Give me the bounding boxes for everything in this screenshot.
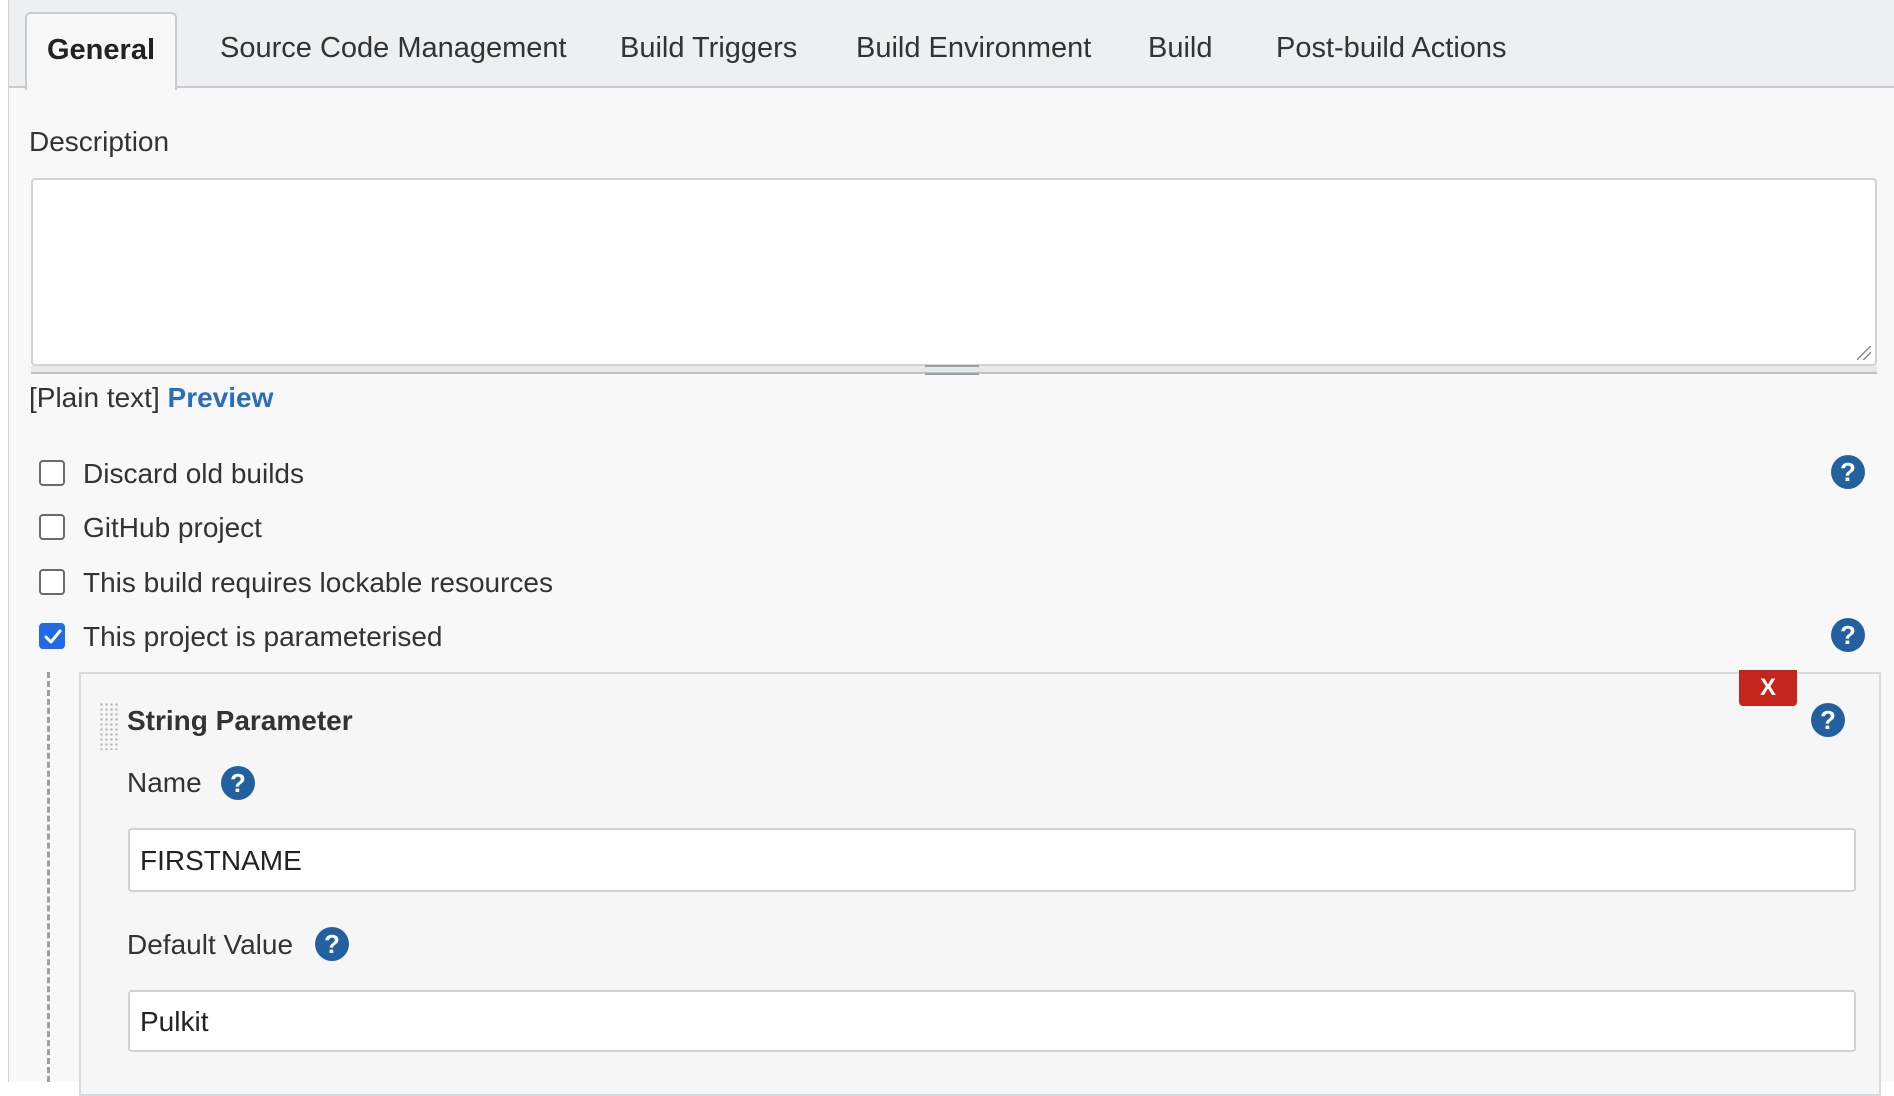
help-icon[interactable]: ? bbox=[1811, 703, 1845, 737]
description-format: [Plain text] Preview bbox=[29, 382, 273, 414]
default-value-input[interactable]: Pulkit bbox=[128, 990, 1856, 1052]
format-prefix: [Plain text] bbox=[29, 382, 160, 413]
help-icon[interactable]: ? bbox=[1831, 618, 1865, 652]
tab-build[interactable]: Build bbox=[1148, 12, 1213, 86]
preview-link[interactable]: Preview bbox=[168, 382, 274, 413]
discard-old-builds-label: Discard old builds bbox=[83, 458, 304, 489]
parameterised-label: This project is parameterised bbox=[83, 621, 443, 652]
github-project-label: GitHub project bbox=[83, 512, 262, 543]
nested-indent-line bbox=[47, 672, 50, 1082]
lockable-resources-label: This build requires lockable resources bbox=[83, 567, 553, 598]
description-label: Description bbox=[29, 126, 170, 157]
name-input[interactable]: FIRSTNAME bbox=[128, 828, 1856, 892]
description-textarea[interactable] bbox=[31, 178, 1877, 366]
tab-bar: General Source Code Management Build Tri… bbox=[9, 0, 1894, 90]
help-icon[interactable]: ? bbox=[221, 766, 255, 800]
name-label: Name bbox=[127, 767, 202, 798]
parameterised-checkbox[interactable] bbox=[39, 623, 65, 649]
tab-post-build-actions[interactable]: Post-build Actions bbox=[1276, 12, 1507, 86]
checkmark-icon bbox=[44, 629, 62, 644]
config-panel: General Source Code Management Build Tri… bbox=[8, 0, 1894, 1096]
help-icon[interactable]: ? bbox=[315, 927, 349, 961]
drag-handle-icon[interactable] bbox=[99, 702, 119, 750]
grip-handle-icon[interactable] bbox=[925, 365, 979, 375]
lockable-resources-checkbox[interactable] bbox=[39, 569, 65, 595]
discard-old-builds-checkbox[interactable] bbox=[39, 460, 65, 486]
delete-parameter-button[interactable]: X bbox=[1739, 670, 1797, 706]
resize-corner-icon[interactable] bbox=[1857, 346, 1871, 360]
tab-build-triggers[interactable]: Build Triggers bbox=[620, 12, 797, 86]
github-project-checkbox[interactable] bbox=[39, 514, 65, 540]
tab-general[interactable]: General bbox=[25, 12, 177, 90]
tab-build-environment[interactable]: Build Environment bbox=[856, 12, 1091, 86]
default-value-label: Default Value bbox=[127, 929, 294, 960]
help-icon[interactable]: ? bbox=[1831, 455, 1865, 489]
tab-source-code-management[interactable]: Source Code Management bbox=[220, 12, 567, 86]
parameter-title: String Parameter bbox=[127, 705, 353, 736]
